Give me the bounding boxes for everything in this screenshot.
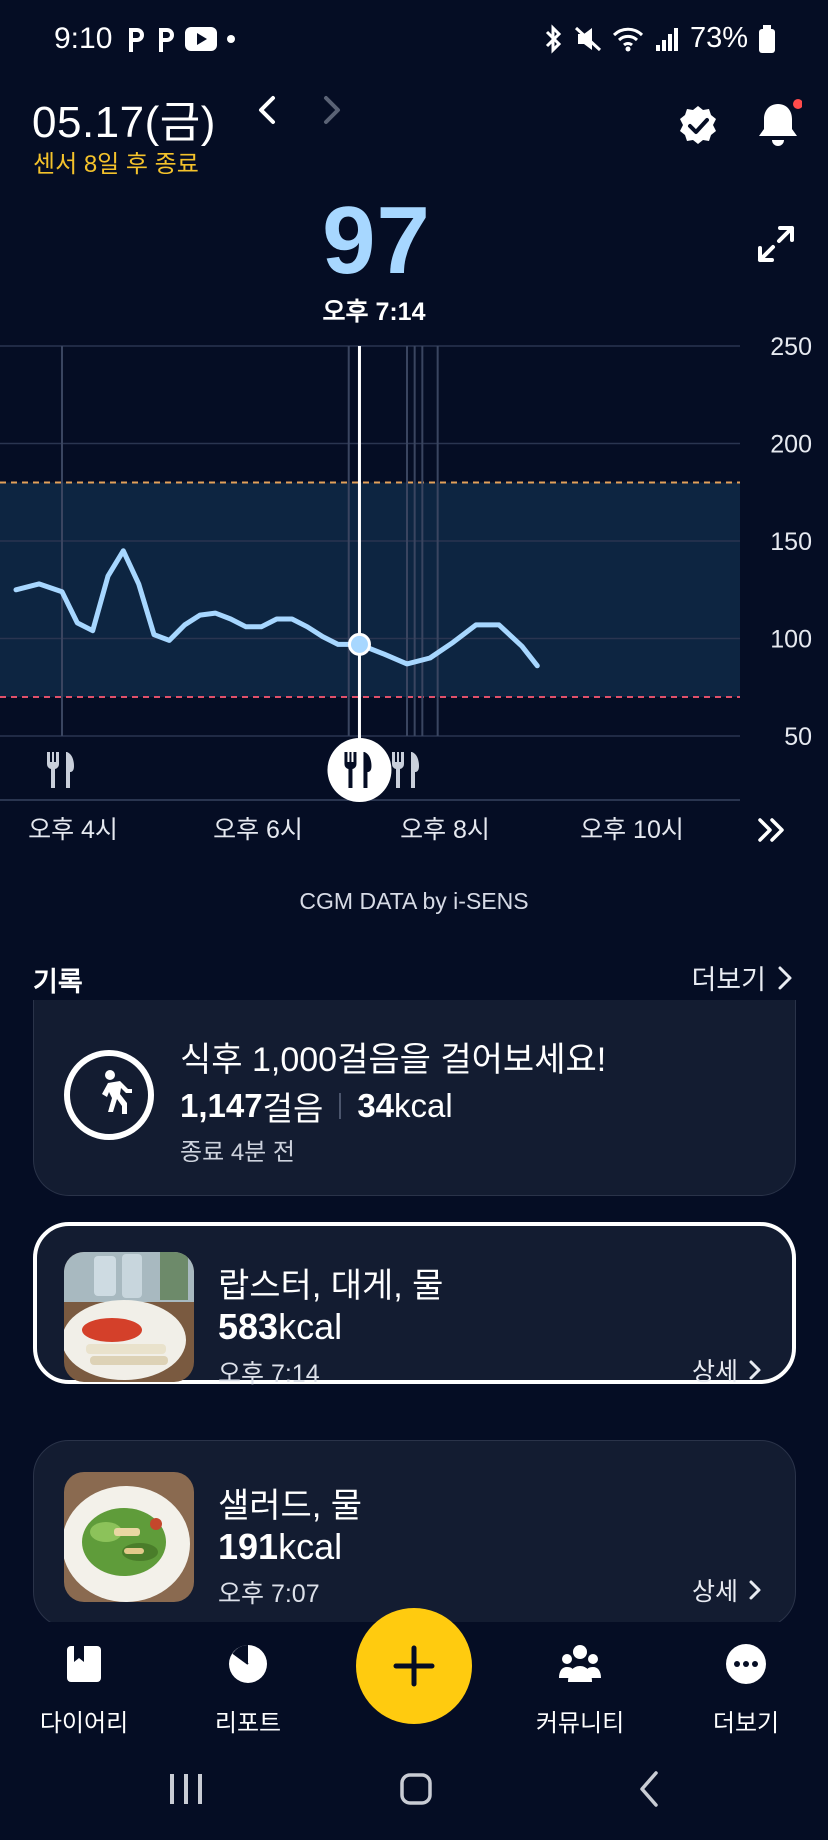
meal-detail-link[interactable]: 상세: [692, 1352, 762, 1388]
nav-label: 커뮤니티: [535, 1710, 625, 1737]
nav-label: 리포트: [214, 1710, 282, 1737]
chevron-left-icon[interactable]: [250, 92, 286, 128]
records-title: 기록: [33, 967, 83, 997]
nav-label: 더보기: [712, 1710, 780, 1737]
y-tick-label: 250: [770, 333, 812, 361]
bell-icon[interactable]: [754, 98, 802, 150]
meal-kcal: 191kcal: [218, 1526, 342, 1568]
y-tick-label: 100: [770, 626, 812, 654]
nav-item-report[interactable]: 리포트: [178, 1642, 318, 1738]
nav-item-community[interactable]: 커뮤니티: [510, 1642, 650, 1738]
back-icon[interactable]: [640, 1771, 658, 1807]
bluetooth-icon: [545, 23, 562, 54]
steps-count: 1,147: [180, 1087, 263, 1124]
y-tick-label: 200: [770, 431, 812, 459]
double-chevron-right-icon[interactable]: [758, 818, 784, 842]
selected-point: [347, 632, 371, 656]
meal-name: 랍스터, 대게, 물: [218, 1267, 444, 1305]
steps-unit: 걸음: [262, 1090, 324, 1127]
battery-icon: [759, 24, 775, 53]
x-tick-label: 오후 8시: [400, 816, 490, 844]
dot-icon: [227, 35, 235, 43]
meal-photo: [64, 1252, 194, 1382]
y-tick-label: 150: [770, 528, 812, 556]
report-pie-icon: [229, 1645, 267, 1683]
more-dots-icon: [726, 1644, 766, 1684]
steps-kcal: 34: [357, 1087, 395, 1124]
chevron-right-icon: [749, 1360, 761, 1380]
recent-apps-icon[interactable]: [170, 1774, 202, 1804]
status-right: 73%: [542, 22, 776, 55]
meal-detail-link[interactable]: 상세: [692, 1572, 762, 1608]
chevron-right-icon: [778, 966, 792, 989]
meal-photo: [64, 1472, 194, 1602]
diary-icon: [67, 1646, 101, 1682]
selected-meal-marker: [327, 738, 392, 802]
nav-label: 다이어리: [39, 1710, 129, 1737]
mute-icon: [574, 26, 601, 51]
battery-percent: 73%: [689, 22, 748, 54]
youtube-icon: [185, 27, 217, 51]
meal-kcal-unit: kcal: [278, 1306, 343, 1347]
meal-kcal-unit: kcal: [278, 1526, 343, 1567]
meal-kcal: 583kcal: [218, 1306, 342, 1348]
x-tick-label: 오후 10시: [580, 816, 684, 844]
meal-detail-label: 상세: [691, 1358, 738, 1386]
p-icon: [129, 28, 144, 52]
status-time: 9:10: [54, 22, 113, 55]
date-title[interactable]: 05.17(금): [32, 86, 216, 150]
divider: [339, 1093, 342, 1119]
cgm-credit: CGM DATA by i-SENS: [299, 888, 529, 914]
signal-icon: [655, 27, 678, 51]
meal-kcal-value: 583: [218, 1306, 279, 1347]
current-glucose-time: 오후 7:14: [322, 298, 426, 326]
meal-marker-icon[interactable]: [391, 752, 419, 788]
plus-icon: [393, 1645, 435, 1687]
current-glucose-value: 97: [322, 187, 431, 294]
steps-kcal-unit: kcal: [394, 1087, 453, 1124]
x-tick-label: 오후 4시: [28, 816, 118, 844]
expand-icon[interactable]: [756, 224, 796, 264]
target-range-band: [0, 482, 740, 697]
add-button[interactable]: [356, 1608, 472, 1724]
home-icon[interactable]: [400, 1773, 432, 1805]
wifi-icon: [612, 27, 644, 51]
status-left-icons: [125, 24, 237, 54]
glucose-chart[interactable]: 250 200 150 100 50 오후 4시 오후 6시 오후 8시 오후 10시: [0, 330, 828, 850]
steps-summary: 1,147 걸음 34 kcal: [180, 1082, 453, 1130]
nav-item-diary[interactable]: 다이어리: [14, 1642, 154, 1738]
meal-kcal-value: 191: [218, 1526, 279, 1567]
nav-item-more[interactable]: 더보기: [676, 1642, 816, 1738]
meal-time: 오후 7:07: [218, 1580, 320, 1608]
walking-icon: [64, 1050, 154, 1140]
sensor-note: 센서 8일 후 종료: [33, 151, 199, 178]
community-icon: [559, 1645, 601, 1682]
meal-detail-label: 상세: [691, 1578, 738, 1606]
records-more-link[interactable]: 더보기: [691, 958, 794, 997]
x-tick-label: 오후 6시: [213, 816, 303, 844]
y-tick-label: 50: [784, 723, 812, 751]
system-nav-bar: [170, 1771, 658, 1807]
meal-marker-icon[interactable]: [46, 752, 74, 788]
steps-title: 식후 1,000걸음을 걸어보세요!: [180, 1041, 607, 1079]
meal-name: 샐러드, 물: [218, 1487, 363, 1525]
records-more-label: 더보기: [691, 965, 766, 995]
steps-time: 종료 4분 전: [180, 1139, 296, 1166]
chevron-right-icon[interactable]: [313, 92, 349, 128]
status-bar: 9:10 73%: [0, 0, 828, 84]
verified-badge-icon[interactable]: [676, 104, 720, 148]
chevron-right-icon: [749, 1580, 761, 1600]
meal-time: 오후 7:14: [218, 1360, 320, 1388]
p-icon: [159, 28, 174, 52]
